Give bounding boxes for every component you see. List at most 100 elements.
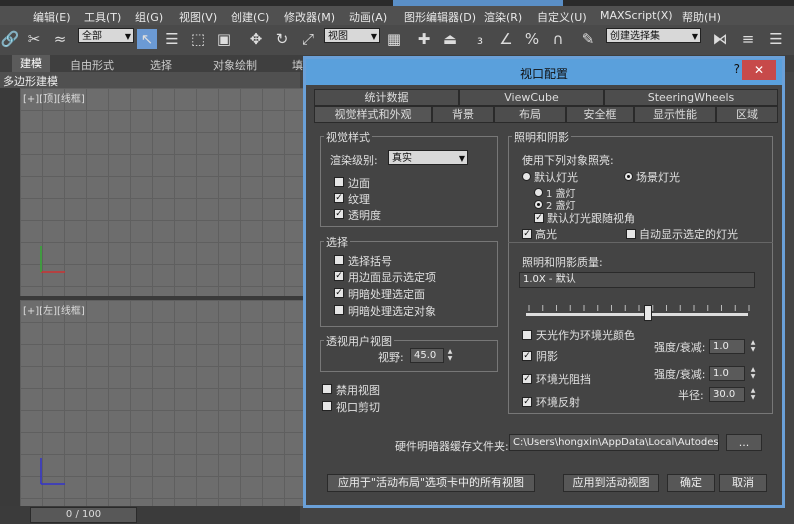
move-icon[interactable]: ✥ (246, 29, 266, 49)
menu-rendering[interactable]: 渲染(R) (484, 9, 522, 25)
radius-spinner-icon[interactable]: ▲ ▼ (749, 387, 757, 402)
shade-selected-objects-checkbox[interactable] (334, 305, 344, 315)
tab-viewcube[interactable]: ViewCube (459, 89, 604, 106)
poly-modeling-label[interactable]: 多边形建模 (3, 73, 58, 89)
tab-visual-style[interactable]: 视觉样式和外观 (314, 106, 432, 123)
ambient-reflect-checkbox[interactable]: ✓ (522, 397, 532, 407)
intensity-field-2[interactable]: 1.0 (709, 366, 745, 381)
tab-statistics[interactable]: 统计数据 (314, 89, 459, 106)
mirror-icon[interactable]: ⧑ (710, 29, 730, 49)
fov-field[interactable]: 45.0 (410, 348, 444, 363)
fov-label: 视野: (378, 351, 404, 364)
two-lights-radio[interactable] (534, 200, 543, 209)
rect-selection-icon[interactable]: ⬚ (188, 29, 208, 49)
viewport-top[interactable]: [+][顶][线框] (20, 88, 303, 296)
tab-background[interactable]: 背景 (432, 106, 494, 123)
tab-display-performance[interactable]: 显示性能 (634, 106, 716, 123)
quality-field[interactable]: 1.0X - 默认 (519, 272, 755, 288)
ribbon-tab-populate[interactable]: 填 (292, 57, 303, 73)
default-lights-radio[interactable] (522, 172, 531, 181)
pivot-icon[interactable]: ▦ (384, 29, 404, 49)
viewport-config-dialog: 视口配置 ? ✕ 统计数据 ViewCube SteeringWheels 视觉… (303, 56, 785, 508)
bind-spacewarp-icon[interactable]: ≈ (50, 29, 70, 49)
cancel-button[interactable]: 取消 (719, 474, 767, 492)
menu-animation[interactable]: 动画(A) (349, 9, 387, 25)
ok-button[interactable]: 确定 (667, 474, 715, 492)
close-button[interactable]: ✕ (742, 60, 776, 80)
scene-lights-radio[interactable] (624, 172, 633, 181)
highlights-checkbox[interactable]: ✓ (522, 229, 532, 239)
spinner-snap-icon[interactable]: ∩ (548, 29, 568, 49)
menu-modifiers[interactable]: 修改器(M) (284, 9, 335, 25)
menu-tools[interactable]: 工具(T) (84, 9, 121, 25)
intensity-spinner-icon[interactable]: ▲ ▼ (749, 366, 757, 381)
selection-brackets-checkbox[interactable] (334, 255, 344, 265)
radius-field[interactable]: 30.0 (709, 387, 745, 402)
edged-faces-checkbox[interactable] (334, 177, 344, 187)
apply-active-view-button[interactable]: 应用到活动视图 (563, 474, 659, 492)
layer-icon[interactable]: ☰ (766, 29, 786, 49)
default-follow-checkbox[interactable]: ✓ (534, 213, 544, 223)
tab-steeringwheels[interactable]: SteeringWheels (604, 89, 778, 106)
angle-snap-icon[interactable]: ∠ (496, 29, 516, 49)
viewport-left-label[interactable]: [+][左][线框] (23, 302, 85, 317)
textures-checkbox[interactable]: ✓ (334, 193, 344, 203)
tab-safe-frames[interactable]: 安全框 (566, 106, 634, 123)
slider-thumb[interactable] (644, 305, 653, 321)
quality-label: 照明和阴影质量: (522, 256, 603, 269)
align-icon[interactable]: ≡ (738, 29, 758, 49)
link-icon[interactable]: 🔗 (0, 29, 20, 49)
shadows-checkbox[interactable]: ✓ (522, 351, 532, 361)
rotate-icon[interactable]: ↻ (272, 29, 292, 49)
scale-icon[interactable]: ⤢ (298, 29, 318, 49)
time-slider[interactable]: 0 / 100 (30, 507, 137, 523)
keyboard-shortcut-icon[interactable]: ⏏ (440, 29, 460, 49)
reference-coord-dropdown[interactable]: 视图 ▼ (324, 28, 380, 43)
dialog-titlebar[interactable]: 视口配置 ? ✕ (306, 59, 782, 85)
cache-folder-field[interactable]: C:\Users\hongxin\AppData\Local\Autodesk\… (509, 434, 719, 451)
snap-icon[interactable]: ₃ (470, 29, 490, 49)
shade-selected-edges-checkbox[interactable]: ✓ (334, 271, 344, 281)
ribbon-tab-selection[interactable]: 选择 (150, 57, 172, 73)
render-level-dropdown[interactable]: 真实 ▼ (388, 150, 468, 165)
auto-display-checkbox[interactable] (626, 229, 636, 239)
menu-views[interactable]: 视图(V) (179, 9, 217, 25)
intensity-field-1[interactable]: 1.0 (709, 339, 745, 354)
ambient-occlusion-checkbox[interactable]: ✓ (522, 374, 532, 384)
ribbon-tab-freeform[interactable]: 自由形式 (70, 57, 114, 73)
help-icon[interactable]: ? (734, 62, 740, 76)
selection-filter-dropdown[interactable]: 全部 ▼ (78, 28, 134, 43)
viewport-top-label[interactable]: [+][顶][线框] (23, 90, 85, 105)
fov-spinner-icon[interactable]: ▲ ▼ (446, 348, 454, 363)
ribbon-tab-object-paint[interactable]: 对象绘制 (213, 57, 257, 73)
menu-maxscript[interactable]: MAXScript(X) (600, 9, 673, 22)
apply-all-views-button[interactable]: 应用于"活动布局"选项卡中的所有视图 (327, 474, 535, 492)
ambient-reflect-label: 环境反射 (536, 396, 580, 409)
tab-layout[interactable]: 布局 (494, 106, 566, 123)
select-object-icon[interactable]: ↖ (137, 29, 157, 49)
one-light-radio[interactable] (534, 188, 543, 197)
percent-snap-icon[interactable]: % (522, 29, 542, 49)
menu-help[interactable]: 帮助(H) (682, 9, 721, 25)
viewport-left[interactable]: [+][左][线框] (20, 300, 303, 506)
sky-ambient-checkbox[interactable] (522, 330, 532, 340)
unlink-icon[interactable]: ✂ (24, 29, 44, 49)
tab-regions[interactable]: 区域 (716, 106, 778, 123)
viewport-clipping-checkbox[interactable] (322, 401, 332, 411)
menu-edit[interactable]: 编辑(E) (33, 9, 71, 25)
intensity-spinner-icon[interactable]: ▲ ▼ (749, 339, 757, 354)
browse-button[interactable]: ... (726, 434, 762, 451)
menu-create[interactable]: 创建(C) (231, 9, 269, 25)
disable-view-checkbox[interactable] (322, 384, 332, 394)
select-by-name-icon[interactable]: ☰ (162, 29, 182, 49)
menu-group[interactable]: 组(G) (135, 9, 163, 25)
ribbon-tab-modeling[interactable]: 建模 (12, 55, 50, 72)
menu-customize[interactable]: 自定义(U) (537, 9, 587, 25)
window-crossing-icon[interactable]: ▣ (214, 29, 234, 49)
menu-graph-editors[interactable]: 图形编辑器(D) (404, 9, 476, 25)
edit-named-selection-icon[interactable]: ✎ (578, 29, 598, 49)
named-selection-dropdown[interactable]: 创建选择集 ▼ (606, 28, 701, 43)
shade-selected-faces-checkbox[interactable]: ✓ (334, 288, 344, 298)
manipulate-icon[interactable]: ✚ (414, 29, 434, 49)
transparency-checkbox[interactable]: ✓ (334, 209, 344, 219)
